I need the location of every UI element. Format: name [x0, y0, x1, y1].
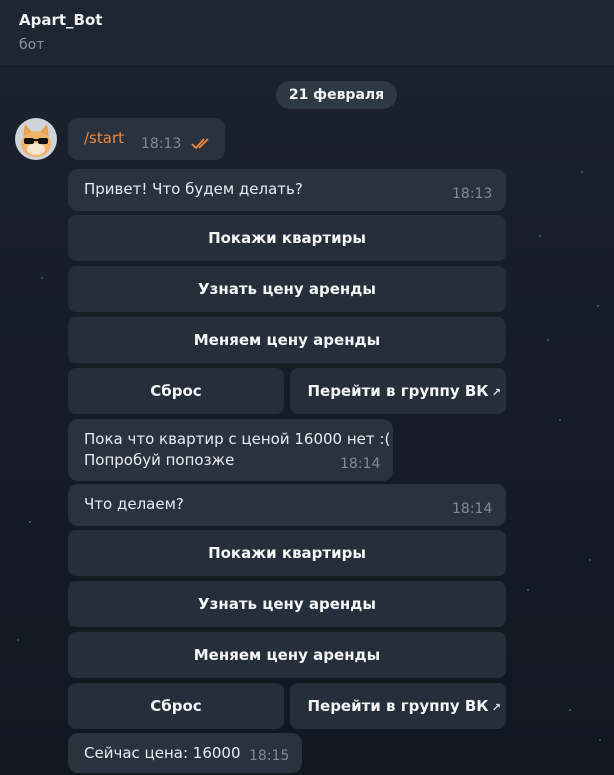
message-time: 18:13 [452, 186, 493, 202]
chat-subtitle: бот [19, 37, 45, 53]
message-text: Что делаем? [84, 495, 184, 513]
message-line-1: Пока что квартир с ценой 16000 нет :( [84, 430, 391, 448]
rent-price-button[interactable]: Узнать цену аренды [68, 581, 506, 627]
change-price-button[interactable]: Меняем цену аренды [68, 317, 506, 363]
message-time: 18:15 [249, 748, 290, 764]
reset-button[interactable]: Сброс [68, 683, 284, 729]
message-text: Привет! Что будем делать? [84, 180, 303, 198]
double-check-icon [191, 138, 209, 149]
chat-header[interactable]: Apart_Bot бот [0, 0, 614, 67]
arrow-up-right-icon: ↗ [491, 386, 501, 399]
message-time: 18:14 [452, 501, 493, 517]
reset-button[interactable]: Сброс [68, 368, 284, 414]
user-avatar[interactable] [15, 118, 57, 160]
vk-group-button[interactable]: Перейти в группу ВК ↗ [290, 368, 506, 414]
own-message-start[interactable]: /start 18:13 [68, 118, 225, 160]
vk-group-button[interactable]: Перейти в группу ВК ↗ [290, 683, 506, 729]
bot-message-what-now[interactable]: Что делаем? 18:14 [68, 484, 506, 526]
rent-price-button[interactable]: Узнать цену аренды [68, 266, 506, 312]
show-flats-button[interactable]: Покажи квартиры [68, 215, 506, 261]
message-text: Сейчас цена: 16000 [84, 744, 241, 762]
chat-title: Apart_Bot [19, 11, 103, 29]
message-time: 18:14 [340, 456, 381, 472]
change-price-button[interactable]: Меняем цену аренды [68, 632, 506, 678]
message-text: /start [84, 129, 124, 147]
message-time: 18:13 [141, 136, 182, 152]
show-flats-button[interactable]: Покажи квартиры [68, 530, 506, 576]
bot-message-current-price[interactable]: Сейчас цена: 16000 18:15 [68, 733, 302, 773]
date-separator: 21 февраля [276, 81, 397, 109]
arrow-up-right-icon: ↗ [491, 701, 501, 714]
bot-message-greeting[interactable]: Привет! Что будем делать? 18:13 [68, 169, 506, 211]
bot-message-no-flats[interactable]: Пока что квартир с ценой 16000 нет :( По… [68, 419, 393, 481]
message-line-2: Попробуй попозже [84, 451, 235, 469]
cat-sunglasses-avatar-icon [15, 118, 57, 160]
